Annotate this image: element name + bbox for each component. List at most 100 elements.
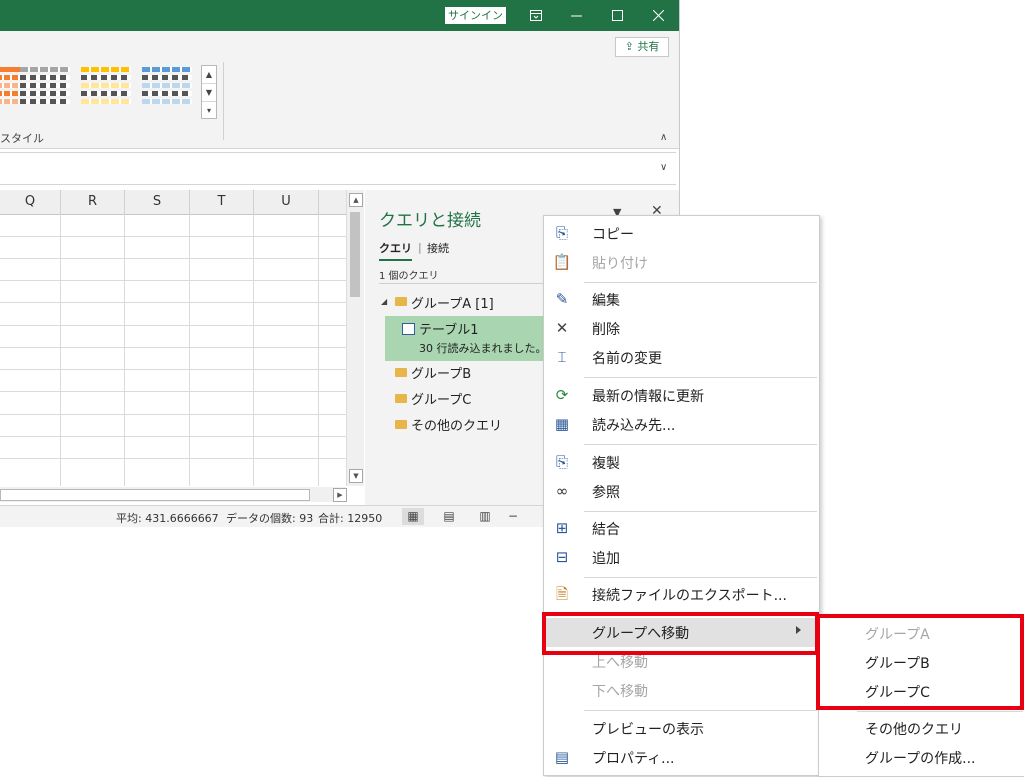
scroll-down-icon[interactable]: ▼ [349,469,363,483]
menu-label: コピー [592,227,634,243]
merge-icon: ⊞ [555,519,569,537]
column-header-s[interactable]: S [125,190,190,214]
vertical-scroll-thumb[interactable] [350,212,360,297]
table-style-gray[interactable] [20,67,70,113]
gallery-more-icon[interactable]: ▾ [202,102,216,119]
folder-icon [395,368,407,377]
tree-group-a[interactable]: グループA [1] [411,293,494,312]
status-count: データの個数: 93 [226,512,314,525]
menu-item-reference[interactable]: ∞ 参照 [544,477,819,506]
tab-connections[interactable]: 接続 [427,240,449,256]
menu-separator [584,444,817,445]
minimize-icon[interactable] [556,0,596,31]
query-name: テーブル1 [419,323,479,338]
column-header-r[interactable]: R [61,190,125,214]
column-header-q[interactable]: Q [0,190,61,214]
submenu-item-create-group[interactable]: グループの作成... [819,743,1024,772]
refresh-icon: ⟳ [555,386,569,404]
column-header-u[interactable]: U [254,190,319,214]
collapse-ribbon-icon[interactable]: ∧ [660,132,667,143]
table-icon [402,323,415,335]
normal-view-icon[interactable]: ▦ [402,508,424,525]
menu-label: プロパティ... [592,751,675,767]
table-style-yellow[interactable] [81,67,131,113]
load-to-icon: ▦ [554,415,570,433]
menu-item-paste[interactable]: 📋 貼り付け [544,248,819,277]
tab-queries[interactable]: クエリ [379,240,412,261]
zoom-out-icon[interactable]: − [502,508,524,525]
menu-item-export-connection[interactable]: 🗎 接続ファイルのエクスポート... [544,580,819,609]
annotation-highlight-menu-item [542,612,819,655]
column-header-t[interactable]: T [190,190,254,214]
append-icon: ⊟ [555,548,569,566]
status-sum: 合計: 12950 [318,512,383,525]
formula-bar[interactable] [0,152,676,185]
context-menu: ⎘ コピー 📋 貼り付け ✎ 編集 ✕ 削除 ⌶ 名前の変更 ⟳ 最新の情報に更… [543,215,820,776]
menu-separator [584,282,817,283]
annotation-highlight-submenu [816,614,1024,710]
menu-label: 追加 [592,551,620,567]
menu-label: 貼り付け [592,256,648,272]
tab-divider: | [418,241,422,254]
menu-item-rename[interactable]: ⌶ 名前の変更 [544,343,819,372]
horizontal-scrollbar[interactable]: ▶ [0,487,347,502]
pane-title: クエリと接続 [379,211,481,231]
status-average: 平均: 431.6666667 [116,512,219,525]
edit-icon: ✎ [555,290,569,308]
maximize-icon[interactable] [597,0,637,31]
expand-triangle-icon[interactable]: ◢ [381,297,387,306]
menu-item-edit[interactable]: ✎ 編集 [544,285,819,314]
menu-label: 接続ファイルのエクスポート... [592,588,787,604]
column-headers: Q R S T U [0,190,346,215]
menu-label: 複製 [592,456,620,472]
folder-icon [395,394,407,403]
menu-item-delete[interactable]: ✕ 削除 [544,314,819,343]
menu-item-refresh[interactable]: ⟳ 最新の情報に更新 [544,381,819,410]
submenu-separator [857,711,1023,712]
menu-item-move-down[interactable]: 下へ移動 [544,676,819,705]
worksheet-grid[interactable]: Q R S T U [0,190,346,486]
menu-item-merge[interactable]: ⊞ 結合 [544,514,819,543]
menu-label: 編集 [592,293,620,309]
share-button[interactable]: ⇪ 共有 [615,37,669,57]
ribbon-display-icon[interactable] [516,0,556,31]
gallery-down-icon[interactable]: ▼ [202,84,216,102]
style-group-label: スタイル [0,132,44,145]
menu-item-duplicate[interactable]: ⎘ 複製 [544,448,819,477]
vertical-scrollbar[interactable]: ▲ ▼ [346,190,364,486]
menu-label: 参照 [592,485,620,501]
tree-other-queries[interactable]: その他のクエリ [411,415,502,434]
menu-label: プレビューの表示 [592,722,704,738]
scroll-up-icon[interactable]: ▲ [349,193,363,207]
menu-item-properties[interactable]: ▤ プロパティ... [544,743,819,772]
gallery-up-icon[interactable]: ▲ [202,66,216,84]
close-icon[interactable] [638,0,678,31]
submenu-item-other-queries[interactable]: その他のクエリ [819,714,1024,743]
menu-item-load-to[interactable]: ▦ 読み込み先... [544,410,819,439]
share-label: 共有 [637,40,660,53]
ribbon-separator [223,62,224,140]
query-detail: 30 行読み込まれました。 [419,342,547,355]
tree-group-b[interactable]: グループB [411,363,471,382]
share-icon: ⇪ [624,40,634,53]
menu-label: 削除 [592,322,620,338]
signin-button[interactable]: サインイン [445,7,506,24]
formula-expand-icon[interactable]: ∨ [660,162,667,173]
tree-group-c[interactable]: グループC [411,389,471,408]
menu-item-copy[interactable]: ⎘ コピー [544,219,819,248]
menu-item-append[interactable]: ⊟ 追加 [544,543,819,572]
menu-label: 下へ移動 [592,684,648,700]
menu-label: 名前の変更 [592,351,662,367]
horizontal-scroll-thumb[interactable] [0,489,310,501]
menu-separator [584,577,817,578]
table-style-blue[interactable] [142,67,192,113]
menu-item-show-preview[interactable]: プレビューの表示 [544,714,819,743]
submenu-label: その他のクエリ [865,722,963,738]
style-gallery-scroll: ▲ ▼ ▾ [201,65,217,119]
paste-icon: 📋 [552,253,572,271]
page-layout-icon[interactable]: ▤ [438,508,460,525]
query-item-table1[interactable]: テーブル1 30 行読み込まれました。 [385,316,547,361]
scroll-right-icon[interactable]: ▶ [333,488,347,502]
menu-label: 読み込み先... [592,418,676,434]
page-break-icon[interactable]: ▥ [474,508,496,525]
